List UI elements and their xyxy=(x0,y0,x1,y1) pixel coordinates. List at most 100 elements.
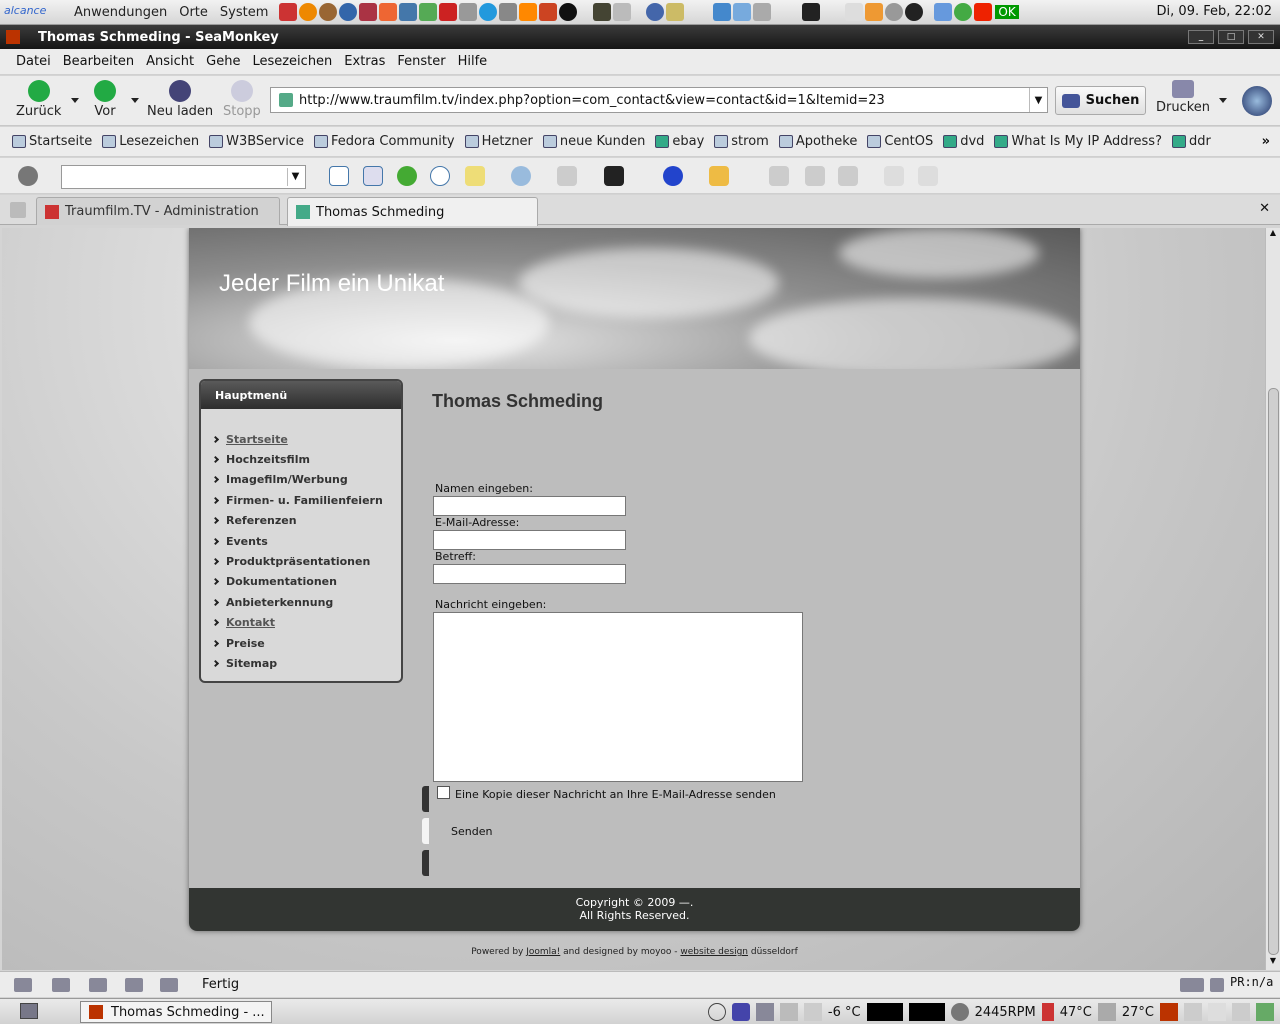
main-menu-item[interactable]: Imagefilm/Werbung xyxy=(211,470,401,490)
url-bar[interactable]: http://www.traumfilm.tv/index.php?option… xyxy=(270,87,1048,113)
launcher-icon[interactable] xyxy=(974,3,993,21)
back-button[interactable]: Zurück xyxy=(16,80,61,119)
menu-edit[interactable]: Bearbeiten xyxy=(57,54,140,69)
joomla-link[interactable]: Joomla! xyxy=(526,947,560,957)
speech-bubble-icon[interactable] xyxy=(430,166,450,186)
send-button-edge[interactable] xyxy=(422,818,429,844)
main-menu-item[interactable]: Produktpräsentationen xyxy=(211,551,401,571)
bookmark-item[interactable]: Hetzner xyxy=(464,134,533,149)
site-identity-icon[interactable] xyxy=(279,93,293,107)
main-menu-item[interactable]: Sitemap xyxy=(211,653,401,673)
menu-help[interactable]: Hilfe xyxy=(452,54,494,69)
print-dropdown[interactable] xyxy=(1219,98,1227,103)
launcher-icon[interactable] xyxy=(559,3,578,21)
bookmark-item[interactable]: W3BService xyxy=(209,134,304,149)
launcher-icon[interactable] xyxy=(379,3,398,21)
pagerank-label[interactable]: PR:n/a xyxy=(1230,975,1273,989)
bookmark-item[interactable]: neue Kunden xyxy=(542,134,645,149)
vertical-scrollbar[interactable]: ▲ ▼ xyxy=(1265,228,1280,970)
url-history-dropdown[interactable]: ▼ xyxy=(1029,88,1047,112)
seamonkey-throbber-icon[interactable] xyxy=(1242,86,1272,116)
launcher-icon[interactable] xyxy=(499,3,518,21)
menu-view[interactable]: Ansicht xyxy=(140,54,200,69)
eraser-icon[interactable] xyxy=(918,166,938,186)
launcher-icon[interactable] xyxy=(905,3,924,21)
subject-field[interactable] xyxy=(433,564,626,584)
download-icon[interactable] xyxy=(731,1003,750,1021)
close-window-button[interactable]: ✕ xyxy=(1248,30,1274,44)
launcher-icon[interactable] xyxy=(439,3,458,21)
google-icon[interactable] xyxy=(329,166,349,186)
next-icon[interactable] xyxy=(838,166,858,186)
app-icon[interactable] xyxy=(6,30,20,44)
thunderbird-icon[interactable] xyxy=(339,3,358,21)
main-menu-item[interactable]: Hochzeitsfilm xyxy=(211,449,401,469)
bookmark-item[interactable]: Fedora Community xyxy=(313,134,455,149)
bookmark-item[interactable]: What Is My IP Address? xyxy=(994,134,1162,149)
email-field[interactable] xyxy=(433,530,626,550)
send-button[interactable]: Senden xyxy=(451,825,492,838)
memory-graph[interactable] xyxy=(908,1003,945,1021)
launcher-icon[interactable] xyxy=(539,3,558,21)
bookmark-item[interactable]: Startseite xyxy=(12,134,92,149)
pen-icon[interactable] xyxy=(884,166,904,186)
name-field[interactable] xyxy=(433,496,626,516)
launcher-icon[interactable] xyxy=(359,3,378,21)
notes-icon[interactable] xyxy=(465,166,485,186)
main-menu-item[interactable]: Firmen- u. Familienfeiern xyxy=(211,490,401,510)
launcher-icon[interactable] xyxy=(646,3,665,21)
launcher-icon[interactable] xyxy=(419,3,438,21)
scroll-up-button[interactable]: ▲ xyxy=(1266,228,1280,242)
trash-icon[interactable] xyxy=(1256,1003,1274,1021)
first-page-icon[interactable] xyxy=(769,166,789,186)
menu-file[interactable]: Datei xyxy=(10,54,57,69)
tray-icon[interactable] xyxy=(1208,1003,1226,1021)
panel-menu-applications[interactable]: Anwendungen xyxy=(68,5,173,20)
main-menu-item[interactable]: Preise xyxy=(211,633,401,653)
launcher-icon[interactable] xyxy=(885,3,904,21)
print-button[interactable]: Drucken xyxy=(1156,80,1210,115)
tab-administration[interactable]: Traumfilm.TV - Administration xyxy=(36,197,280,225)
launcher-icon[interactable] xyxy=(459,3,478,21)
seamonkey-tray-icon[interactable] xyxy=(1160,1003,1178,1021)
launcher-icon[interactable] xyxy=(865,3,884,21)
maximize-button[interactable]: □ xyxy=(1218,30,1244,44)
address-book-icon[interactable] xyxy=(125,978,143,992)
previous-icon[interactable] xyxy=(805,166,825,186)
fan-speed[interactable]: 2445RPM xyxy=(975,1005,1036,1020)
graduation-cap-icon[interactable] xyxy=(604,166,624,186)
forward-dropdown[interactable] xyxy=(131,98,139,103)
bookmark-item[interactable]: strom xyxy=(714,134,769,149)
hdd-temperature[interactable]: 27°C xyxy=(1122,1005,1154,1020)
main-menu-item[interactable]: Startseite xyxy=(211,429,401,449)
composer-icon[interactable] xyxy=(89,978,107,992)
taskbar-window-button[interactable]: Thomas Schmeding - ... xyxy=(80,1001,272,1023)
irc-icon[interactable] xyxy=(160,978,178,992)
minimize-button[interactable]: _ xyxy=(1188,30,1214,44)
tray-icon[interactable] xyxy=(1184,1003,1202,1021)
clover-icon[interactable] xyxy=(397,166,417,186)
bookmark-item[interactable]: Lesezeichen xyxy=(102,134,199,149)
terminal-icon[interactable] xyxy=(802,3,821,21)
launcher-icon[interactable] xyxy=(934,3,953,21)
tags-icon[interactable] xyxy=(557,166,577,186)
launcher-icon[interactable] xyxy=(733,3,752,21)
vlc-icon[interactable] xyxy=(519,3,538,21)
info-icon[interactable] xyxy=(663,166,683,186)
search-combo-input[interactable]: ▼ xyxy=(61,165,306,189)
show-desktop-icon[interactable] xyxy=(20,1003,38,1019)
scroll-down-button[interactable]: ▼ xyxy=(1266,956,1280,970)
outdoor-temperature[interactable]: -6 °C xyxy=(828,1005,861,1020)
panel-clock[interactable]: Di, 09. Feb, 22:02 xyxy=(1157,4,1272,19)
bookmarks-overflow-button[interactable]: » xyxy=(1262,134,1270,149)
bookmark-item[interactable]: CentOS xyxy=(867,134,933,149)
launcher-icon[interactable] xyxy=(613,3,632,21)
main-menu-item[interactable]: Dokumentationen xyxy=(211,572,401,592)
search-button[interactable]: Suchen xyxy=(1055,86,1146,115)
launcher-icon[interactable] xyxy=(666,3,685,21)
main-menu-item[interactable]: Anbieterkennung xyxy=(211,592,401,612)
launcher-icon[interactable] xyxy=(954,3,973,21)
launcher-icon[interactable] xyxy=(279,3,298,21)
message-textarea[interactable] xyxy=(433,612,803,782)
weather-icon[interactable] xyxy=(803,1003,822,1021)
